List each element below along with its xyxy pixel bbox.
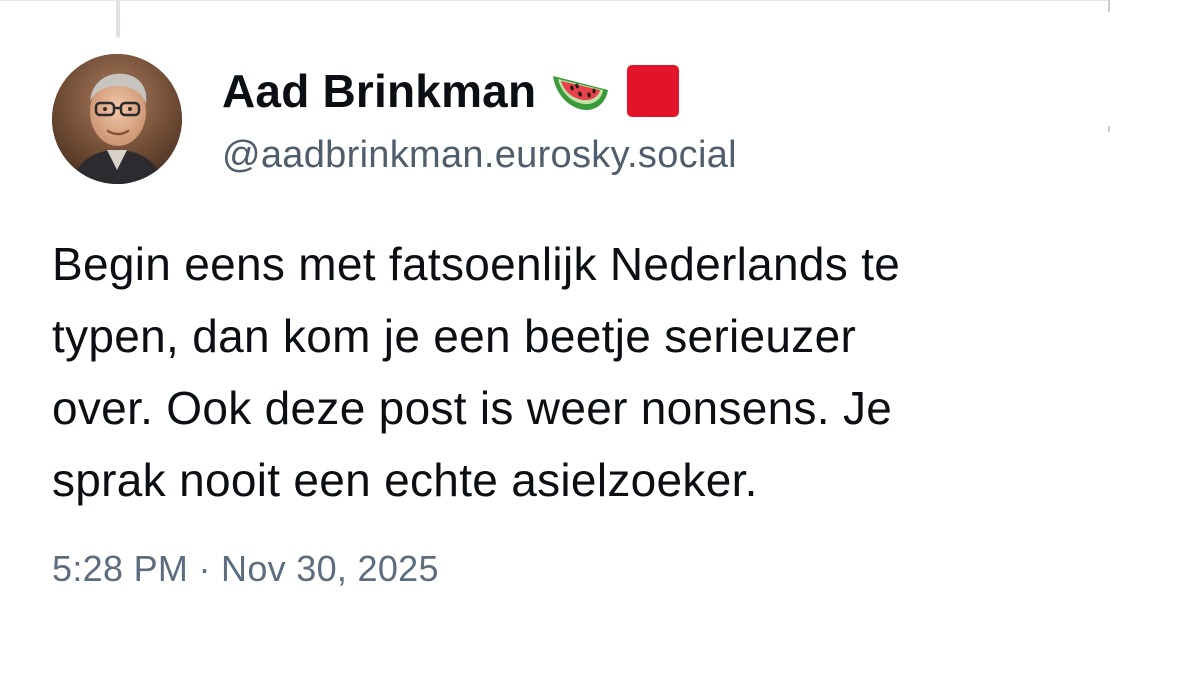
post-body-text: Begin eens met fatsoenlijk Nederlands te… — [52, 238, 901, 506]
top-divider — [0, 0, 1110, 1]
edge-marker — [1108, 126, 1110, 132]
watermelon-icon — [550, 68, 610, 114]
red-square-icon — [626, 64, 680, 118]
author-name[interactable]: Aad Brinkman — [222, 64, 536, 118]
author-line: Aad Brinkman — [222, 56, 680, 126]
thread-connector-line — [116, 0, 120, 38]
avatar-photo — [52, 54, 182, 184]
author-handle[interactable]: @aadbrinkman.eurosky.social — [222, 134, 737, 177]
post-timestamp[interactable]: 5:28 PM · Nov 30, 2025 — [52, 548, 439, 590]
avatar[interactable] — [52, 54, 182, 184]
edge-marker — [1108, 0, 1110, 12]
